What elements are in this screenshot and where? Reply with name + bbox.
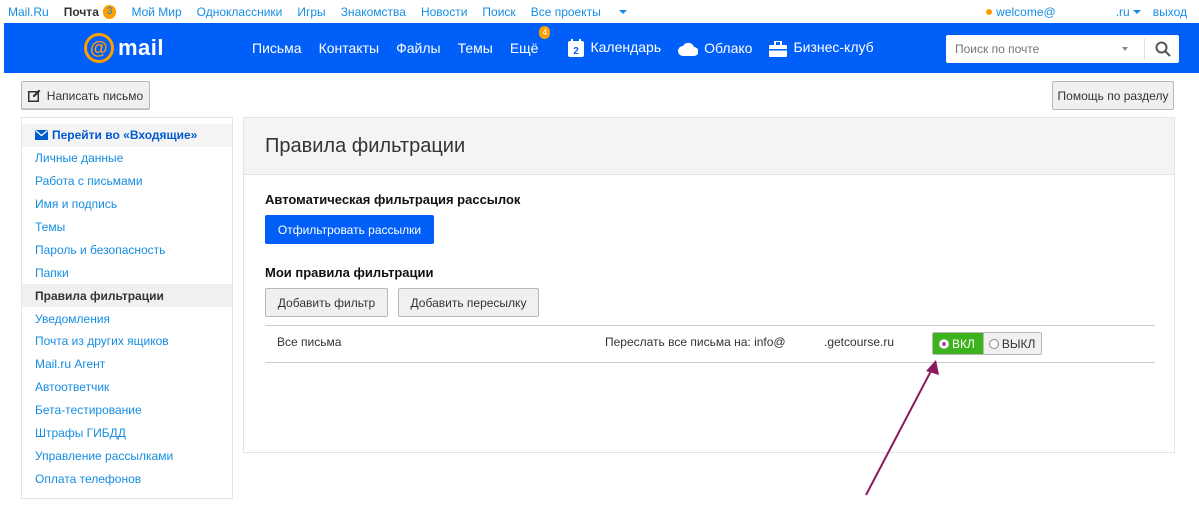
- sidebar-item-notifications[interactable]: Уведомления: [22, 307, 232, 330]
- help-button[interactable]: Помощь по разделу: [1052, 81, 1174, 110]
- at-logo-icon: @: [84, 33, 114, 63]
- portal-links: Mail.Ru Почта 3 Мой Мир Одноклассники Иг…: [0, 4, 642, 19]
- nav-more[interactable]: Ещё 4: [509, 26, 551, 56]
- all-projects-label: Все проекты: [530, 4, 601, 19]
- sidebar-item-agent[interactable]: Mail.ru Агент: [22, 353, 232, 376]
- search-input[interactable]: [946, 42, 1116, 56]
- nav-business-label: Бизнес-клуб: [793, 39, 874, 56]
- nav-cloud-label: Облако: [704, 39, 753, 56]
- portal-bar: Mail.Ru Почта 3 Мой Мир Одноклассники Иг…: [0, 0, 1199, 23]
- nav-letters[interactable]: Письма: [252, 40, 302, 56]
- user-email[interactable]: welcome@: [996, 5, 1056, 19]
- nav-cloud[interactable]: Облако: [678, 39, 753, 57]
- more-badge: 4: [539, 26, 551, 39]
- toggle-on-label: ВКЛ: [952, 336, 975, 351]
- sidebar-item-themes[interactable]: Темы: [22, 216, 232, 239]
- nav-calendar-label: Календарь: [590, 38, 662, 55]
- search-icon[interactable]: [1155, 41, 1171, 57]
- search-box: [946, 35, 1179, 63]
- page-title: Правила фильтрации: [244, 118, 1174, 175]
- filter-rule-row[interactable]: Все письма Переслать все письма на: info…: [265, 325, 1155, 363]
- sidebar-inbox-link[interactable]: Перейти во «Входящие»: [22, 124, 232, 147]
- nav-more-label: Ещё: [509, 40, 539, 56]
- compose-button[interactable]: Написать письмо: [21, 81, 150, 110]
- add-forward-button[interactable]: Добавить пересылку: [398, 288, 539, 317]
- rule-action: Переслать все письма на: info@: [605, 335, 786, 349]
- add-filter-button[interactable]: Добавить фильтр: [265, 288, 388, 317]
- toggle-off-button[interactable]: ВЫКЛ: [982, 333, 1042, 354]
- calendar-icon: 2: [568, 39, 585, 58]
- domain-label: .ru: [1115, 4, 1130, 19]
- my-rules-heading: Мои правила фильтрации: [265, 265, 434, 280]
- sidebar-item-folders[interactable]: Папки: [22, 261, 232, 284]
- cloud-icon: [678, 42, 699, 57]
- portal-link-ok[interactable]: Одноклассники: [197, 5, 283, 19]
- portal-link-news[interactable]: Новости: [421, 5, 467, 19]
- portal-link-games[interactable]: Игры: [297, 5, 325, 19]
- logout-link[interactable]: выход: [1153, 5, 1187, 19]
- sidebar-item-fines[interactable]: Штрафы ГИБДД: [22, 422, 232, 445]
- portal-link-dating[interactable]: Знакомства: [341, 5, 406, 19]
- auto-filter-heading: Автоматическая фильтрация рассылок: [265, 192, 521, 207]
- nav-business[interactable]: Бизнес-клуб: [769, 39, 874, 57]
- sidebar-item-collector[interactable]: Почта из других ящиков: [22, 330, 232, 353]
- annotation-arrow: [865, 360, 939, 496]
- search-divider: [1144, 39, 1145, 59]
- chevron-down-icon: [618, 10, 627, 15]
- filter-newsletters-button[interactable]: Отфильтровать рассылки: [265, 215, 434, 244]
- status-dot-icon: [986, 8, 993, 15]
- sidebar-item-beta[interactable]: Бета-тестирование: [22, 399, 232, 422]
- calendar-day: 2: [574, 46, 580, 57]
- mail-logo[interactable]: @ mail: [84, 33, 164, 63]
- sidebar-item-personal[interactable]: Личные данные: [22, 147, 232, 170]
- portal-user: welcome@ .ru выход: [986, 0, 1187, 23]
- sidebar-item-security[interactable]: Пароль и безопасность: [22, 238, 232, 261]
- header-nav: Письма Контакты Файлы Темы Ещё 4 2 Календа…: [252, 23, 891, 73]
- mail-count-badge: 3: [102, 4, 117, 19]
- chevron-down-icon: [1132, 10, 1141, 15]
- compose-label: Написать письмо: [46, 88, 144, 103]
- sidebar-item-newsletters[interactable]: Управление рассылками: [22, 444, 232, 467]
- portal-link-search[interactable]: Поиск: [482, 5, 515, 19]
- sidebar-item-mail-work[interactable]: Работа с письмами: [22, 170, 232, 193]
- logo-text: mail: [118, 35, 165, 60]
- envelope-icon: [35, 130, 48, 141]
- filters-panel: Правила фильтрации Автоматическая фильтр…: [243, 117, 1175, 453]
- rule-toggle: ВКЛ ВЫКЛ: [932, 332, 1043, 355]
- sidebar-item-filters[interactable]: Правила фильтрации: [22, 284, 232, 308]
- sidebar-item-autoreply[interactable]: Автоответчик: [22, 376, 232, 399]
- nav-themes[interactable]: Темы: [458, 40, 493, 56]
- portal-link-my-world[interactable]: Мой Мир: [131, 5, 181, 19]
- nav-files[interactable]: Файлы: [396, 40, 440, 56]
- portal-link-mailru[interactable]: Mail.Ru: [8, 5, 49, 19]
- main-header: @ mail Письма Контакты Файлы Темы Ещё 4 2…: [4, 23, 1199, 73]
- pencil-icon: [27, 89, 41, 102]
- portal-link-all-projects[interactable]: Все проекты: [531, 5, 627, 19]
- rule-domain: .getcourse.ru: [824, 335, 895, 349]
- nav-calendar[interactable]: 2 Календарь: [568, 38, 662, 58]
- rule-name: Все письма: [277, 335, 342, 349]
- radio-selected-icon: [939, 338, 949, 349]
- toggle-off-label: ВЫКЛ: [1001, 336, 1036, 351]
- settings-sidebar: Перейти во «Входящие» Личные данные Рабо…: [21, 117, 233, 499]
- domain-select[interactable]: .ru: [1116, 5, 1141, 19]
- briefcase-icon: [769, 40, 788, 57]
- toggle-on-button[interactable]: ВКЛ: [933, 333, 983, 354]
- nav-contacts[interactable]: Контакты: [319, 40, 379, 56]
- sidebar-inbox-label: Перейти во «Входящие»: [52, 128, 198, 143]
- sidebar-item-phone-payment[interactable]: Оплата телефонов: [22, 467, 232, 490]
- sidebar-item-signature[interactable]: Имя и подпись: [22, 193, 232, 216]
- radio-unselected-icon: [988, 338, 999, 349]
- search-options-caret-icon[interactable]: [1122, 47, 1128, 51]
- portal-link-mail[interactable]: Почта: [64, 5, 99, 19]
